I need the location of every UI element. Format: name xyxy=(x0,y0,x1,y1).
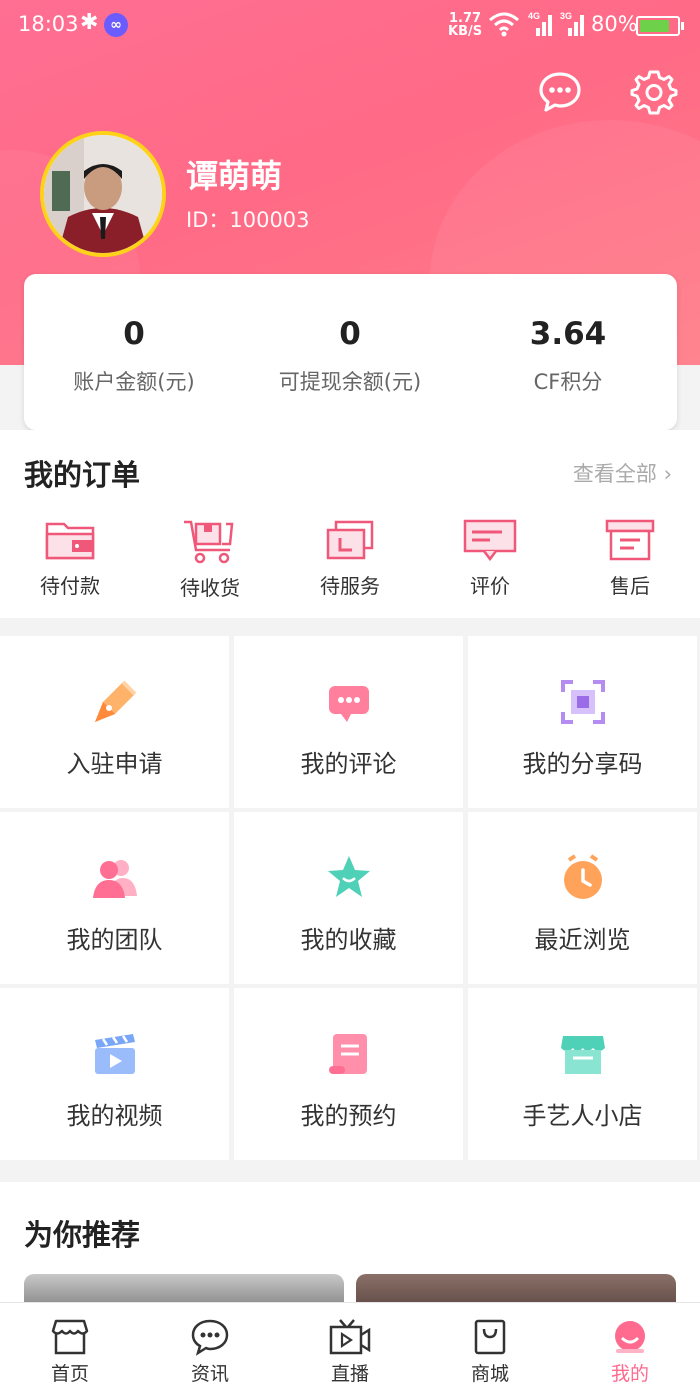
shopping-bag-icon xyxy=(474,1319,506,1355)
account-balance-value: 0 xyxy=(123,316,145,352)
withdrawable-balance-value: 0 xyxy=(339,316,361,352)
status-bar: 18:03 ✱ ∞ 1.77 KB/S 4G 3G 80% xyxy=(0,0,700,50)
avatar-photo xyxy=(44,135,162,253)
svg-text:3G: 3G xyxy=(560,11,572,21)
signal-3g-icon: 3G xyxy=(560,11,584,36)
grid-item-recent-label: 最近浏览 xyxy=(534,926,631,954)
tab-live[interactable]: 直播 xyxy=(290,1317,410,1386)
tab-home-label: 首页 xyxy=(50,1363,89,1385)
order-review-label: 评价 xyxy=(470,574,510,598)
grid-item-appointments[interactable]: 我的预约 xyxy=(234,988,463,1160)
bottom-tab-bar: 首页 资讯 直播 商城 我的 xyxy=(0,1302,700,1400)
orders-title: 我的订单 xyxy=(24,458,141,492)
live-tv-icon xyxy=(329,1319,371,1355)
grid-item-favorites[interactable]: 我的收藏 xyxy=(234,812,463,984)
account-balance-label: 账户金额(元) xyxy=(73,370,195,394)
wifi-icon xyxy=(489,12,519,37)
cf-points-label: CF积分 xyxy=(533,370,603,394)
withdrawable-balance[interactable]: 0 可提现余额(元) xyxy=(245,314,455,396)
chevron-right-icon: › xyxy=(663,462,672,486)
pen-icon xyxy=(94,680,136,722)
grid-item-comments-label: 我的评论 xyxy=(300,750,397,778)
chat-bubble-icon xyxy=(328,686,369,722)
user-name: 谭萌萌 xyxy=(186,157,283,195)
order-pending-payment[interactable]: 待付款 xyxy=(10,518,130,599)
grid-item-share-code[interactable]: 我的分享码 xyxy=(468,636,697,808)
grid-item-artisan-shop[interactable]: 手艺人小店 xyxy=(468,988,697,1160)
grid-item-comments[interactable]: 我的评论 xyxy=(234,636,463,808)
battery-icon xyxy=(636,16,684,36)
app-notification-icon: ∞ xyxy=(104,13,128,37)
order-after-sales[interactable]: 售后 xyxy=(570,518,690,599)
grid-item-recent[interactable]: 最近浏览 xyxy=(468,812,697,984)
clapper-icon xyxy=(94,1034,135,1074)
clock-card-icon xyxy=(326,520,374,560)
tab-mall[interactable]: 商城 xyxy=(430,1317,550,1386)
settings-gear-icon[interactable] xyxy=(630,68,678,116)
profile-face-icon xyxy=(615,1321,645,1353)
grid-item-team-label: 我的团队 xyxy=(66,926,163,954)
balance-card: 0 账户金额(元) 0 可提现余额(元) 3.64 CF积分 xyxy=(24,274,677,430)
withdrawable-balance-label: 可提现余额(元) xyxy=(278,370,422,394)
status-time: 18:03 xyxy=(18,12,79,36)
my-orders-section: 我的订单 查看全部 › 待付款 待收货 待服务 评价 售后 xyxy=(0,430,700,618)
grid-item-favorites-label: 我的收藏 xyxy=(300,926,397,954)
scroll-icon xyxy=(328,1034,367,1074)
order-pending-receipt[interactable]: 待收货 xyxy=(150,518,270,601)
grid-item-videos[interactable]: 我的视频 xyxy=(0,988,229,1160)
order-pending-payment-label: 待付款 xyxy=(40,574,100,598)
message-icon[interactable] xyxy=(536,68,584,116)
order-pending-service-label: 待服务 xyxy=(320,574,380,598)
team-icon xyxy=(92,860,137,898)
tab-news[interactable]: 资讯 xyxy=(150,1317,270,1386)
battery-percent: 80% xyxy=(591,12,638,36)
grid-item-apply[interactable]: 入驻申请 xyxy=(0,636,229,808)
user-avatar[interactable] xyxy=(40,131,166,257)
tab-mine[interactable]: 我的 xyxy=(570,1317,690,1386)
tab-mall-label: 商城 xyxy=(470,1363,509,1385)
qr-scan-icon xyxy=(560,680,605,724)
news-chat-icon xyxy=(191,1319,229,1356)
cf-points-value: 3.64 xyxy=(529,316,607,352)
grid-item-share-code-label: 我的分享码 xyxy=(522,750,643,778)
order-pending-service[interactable]: 待服务 xyxy=(290,518,410,599)
svg-text:4G: 4G xyxy=(528,11,540,21)
wallet-icon xyxy=(45,522,95,560)
tab-mine-label: 我的 xyxy=(610,1363,649,1385)
account-balance[interactable]: 0 账户金额(元) xyxy=(29,314,239,396)
view-all-orders-link[interactable]: 查看全部 › xyxy=(573,458,672,488)
star-icon xyxy=(327,856,370,897)
cart-icon xyxy=(184,520,234,564)
grid-item-team[interactable]: 我的团队 xyxy=(0,812,229,984)
home-store-icon xyxy=(51,1319,89,1355)
grid-item-videos-label: 我的视频 xyxy=(66,1102,163,1130)
archive-icon xyxy=(605,519,655,561)
recommend-title: 为你推荐 xyxy=(24,1218,141,1252)
network-speed: 1.77 KB/S xyxy=(448,11,483,39)
tab-news-label: 资讯 xyxy=(190,1363,229,1385)
cf-points[interactable]: 3.64 CF积分 xyxy=(463,314,673,396)
tab-home[interactable]: 首页 xyxy=(10,1317,130,1386)
grid-item-artisan-shop-label: 手艺人小店 xyxy=(522,1102,643,1130)
order-pending-receipt-label: 待收货 xyxy=(180,576,240,600)
order-review[interactable]: 评价 xyxy=(430,518,550,599)
shop-icon xyxy=(560,1036,605,1074)
signal-4g-icon: 4G xyxy=(528,11,552,36)
comment-box-icon xyxy=(463,519,517,562)
clock-icon xyxy=(563,854,602,899)
user-id: ID：100003 xyxy=(186,208,310,232)
tab-live-label: 直播 xyxy=(330,1363,369,1385)
grid-item-appointments-label: 我的预约 xyxy=(300,1102,397,1130)
grid-item-apply-label: 入驻申请 xyxy=(66,750,163,778)
bluetooth-icon: ✱ xyxy=(80,10,99,35)
order-after-sales-label: 售后 xyxy=(610,574,650,598)
